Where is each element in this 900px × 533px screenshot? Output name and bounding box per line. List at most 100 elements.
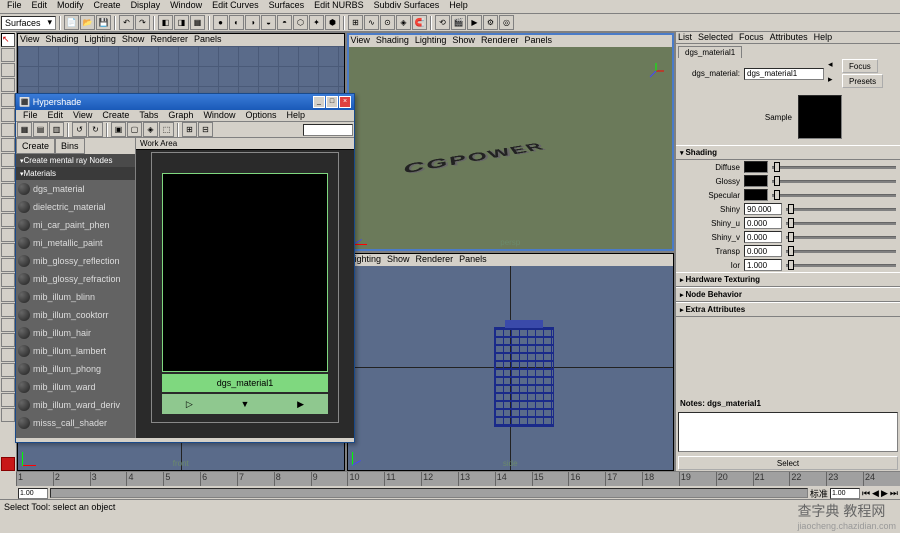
hs-tool-button[interactable]: ▣ xyxy=(111,122,126,137)
hs-material-item[interactable]: dielectric_material xyxy=(16,198,135,216)
hs-tool-button[interactable]: ⊟ xyxy=(198,122,213,137)
layout-custom[interactable] xyxy=(1,378,15,392)
hs-material-item[interactable]: mi_car_paint_phen xyxy=(16,216,135,234)
soft-mod-tool[interactable] xyxy=(1,123,15,137)
move-tool[interactable] xyxy=(1,63,15,77)
material-name-field[interactable] xyxy=(744,68,824,80)
mask-button[interactable]: ◒ xyxy=(261,15,276,30)
layout-custom[interactable] xyxy=(1,348,15,362)
attr-slider[interactable] xyxy=(786,245,896,257)
hs-material-item[interactable]: mib_glossy_reflection xyxy=(16,252,135,270)
layout-custom[interactable] xyxy=(1,393,15,407)
layout-persp-graph[interactable] xyxy=(1,243,15,257)
material-node-swatch[interactable] xyxy=(162,173,328,372)
save-scene-button[interactable]: 💾 xyxy=(96,15,111,30)
hs-tool-button[interactable]: ▦ xyxy=(17,122,32,137)
rotate-tool[interactable] xyxy=(1,78,15,92)
snap-point-button[interactable]: ⊙ xyxy=(380,15,395,30)
ipr-button[interactable]: ▶ xyxy=(467,15,482,30)
snap-curve-button[interactable]: ∿ xyxy=(364,15,379,30)
attr-slider[interactable] xyxy=(786,259,896,271)
layout-outliner[interactable] xyxy=(1,228,15,242)
hypershade-menubar[interactable]: FileEditViewCreateTabsGraphWindowOptions… xyxy=(16,110,354,122)
layout-three[interactable] xyxy=(1,213,15,227)
attr-slider[interactable] xyxy=(786,217,896,229)
menu-display[interactable]: Display xyxy=(126,0,166,13)
range-slider[interactable]: 标准 ⏮ ◀ ▶ ⏭ xyxy=(16,486,900,500)
select-button[interactable]: Select xyxy=(678,456,898,470)
maximize-button[interactable]: □ xyxy=(326,96,338,108)
toolbar-button[interactable]: ◎ xyxy=(499,15,514,30)
mask-button[interactable]: ⬡ xyxy=(293,15,308,30)
lasso-tool[interactable] xyxy=(1,48,15,62)
mask-button[interactable]: ◐ xyxy=(229,15,244,30)
hs-material-list[interactable]: dgs_materialdielectric_materialmi_car_pa… xyxy=(16,180,135,438)
mask-button[interactable]: ◓ xyxy=(277,15,292,30)
attr-slider[interactable] xyxy=(786,231,896,243)
layout-four[interactable] xyxy=(1,168,15,182)
menu-editcurves[interactable]: Edit Curves xyxy=(207,0,264,13)
hs-tool-button[interactable]: ↻ xyxy=(88,122,103,137)
render-globals-button[interactable]: ⚙ xyxy=(483,15,498,30)
snap-grid-button[interactable]: ⊞ xyxy=(348,15,363,30)
render-button[interactable]: 🎬 xyxy=(451,15,466,30)
viewport-side[interactable]: LightingShowRendererPanels side xyxy=(347,253,675,471)
last-tool[interactable] xyxy=(1,138,15,152)
hardware-texturing-section[interactable]: Hardware Texturing xyxy=(676,272,900,287)
layout-hypershade[interactable] xyxy=(1,258,15,272)
range-end-field[interactable] xyxy=(830,488,860,499)
attr-tab[interactable]: dgs_material1 xyxy=(678,46,742,58)
hs-search-field[interactable] xyxy=(303,124,353,136)
material-sample-swatch[interactable] xyxy=(798,95,842,139)
persp-3d-text-object[interactable]: CGPOWER xyxy=(396,133,624,203)
nav-prev-icon[interactable]: ◂ xyxy=(828,59,840,70)
hs-material-item[interactable]: mib_illum_phong xyxy=(16,360,135,378)
menu-modify[interactable]: Modify xyxy=(52,0,89,13)
menu-editnurbs[interactable]: Edit NURBS xyxy=(309,0,369,13)
presets-button[interactable]: Presets xyxy=(842,74,883,88)
play-fwd-button[interactable]: ▶ xyxy=(881,488,888,499)
new-scene-button[interactable]: 📄 xyxy=(64,15,79,30)
viewport-side-menu[interactable]: LightingShowRendererPanels xyxy=(348,254,674,266)
hs-tool-button[interactable]: ↺ xyxy=(72,122,87,137)
attr-value-field[interactable] xyxy=(744,259,782,271)
hs-material-item[interactable]: mib_illum_ward_deriv xyxy=(16,396,135,414)
hs-material-item[interactable]: dgs_material xyxy=(16,180,135,198)
focus-button[interactable]: Focus xyxy=(842,59,878,73)
node-input-icon[interactable]: ▷ xyxy=(186,399,193,410)
layout-custom[interactable] xyxy=(1,288,15,302)
hs-material-item[interactable]: mib_illum_blinn xyxy=(16,288,135,306)
menu-file[interactable]: File xyxy=(2,0,27,13)
attr-slider[interactable] xyxy=(786,203,896,215)
attr-editor-menu[interactable]: ListSelectedFocusAttributesHelp xyxy=(676,32,900,44)
scale-tool[interactable] xyxy=(1,93,15,107)
layout-custom[interactable] xyxy=(1,408,15,422)
hs-create-header[interactable]: Create mental ray Nodes xyxy=(16,154,135,167)
undo-button[interactable]: ↶ xyxy=(119,15,134,30)
node-expand-icon[interactable]: ▼ xyxy=(241,399,250,409)
play-end-button[interactable]: ⏭ xyxy=(890,488,898,499)
mask-button[interactable]: ✦ xyxy=(309,15,324,30)
hs-material-item[interactable]: mib_illum_hair xyxy=(16,324,135,342)
hs-tool-button[interactable]: ◈ xyxy=(143,122,158,137)
hs-tool-button[interactable]: ⊞ xyxy=(182,122,197,137)
attr-value-field[interactable] xyxy=(744,217,782,229)
menu-edit[interactable]: Edit xyxy=(27,0,53,13)
menu-create[interactable]: Create xyxy=(89,0,126,13)
hs-material-item[interactable]: mi_metallic_paint xyxy=(16,234,135,252)
sel-object-button[interactable]: ◨ xyxy=(174,15,189,30)
attr-slider[interactable] xyxy=(772,161,896,173)
mask-button[interactable]: ⬢ xyxy=(325,15,340,30)
play-start-button[interactable]: ⏮ xyxy=(862,488,870,499)
history-button[interactable]: ⟲ xyxy=(435,15,450,30)
select-tool[interactable]: ↖ xyxy=(1,33,15,47)
hs-tool-button[interactable]: ▥ xyxy=(49,122,64,137)
extra-attributes-section[interactable]: Extra Attributes xyxy=(676,302,900,317)
layout-custom[interactable] xyxy=(1,318,15,332)
work-area-tab[interactable]: Work Area xyxy=(136,138,354,150)
sel-hierarchy-button[interactable]: ◧ xyxy=(158,15,173,30)
menu-help[interactable]: Help xyxy=(444,0,473,13)
time-slider[interactable]: 123456789101112131415161718192021222324 xyxy=(16,472,900,486)
color-swatch[interactable] xyxy=(744,189,768,201)
minimize-button[interactable]: _ xyxy=(313,96,325,108)
